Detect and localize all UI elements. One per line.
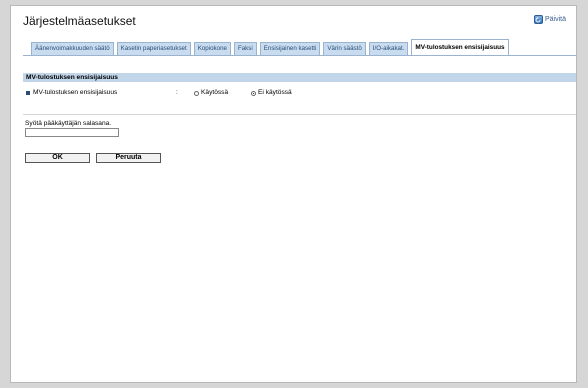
tab-copier[interactable]: Kopiokone [193, 42, 231, 56]
page-title: Järjestelmäasetukset [23, 14, 136, 28]
password-input[interactable] [25, 128, 119, 137]
settings-panel: Järjestelmäasetukset Päivitä Äänenvoimak… [10, 5, 577, 383]
refresh-button[interactable]: Päivitä [533, 15, 566, 24]
password-label: Syötä pääkäyttäjän salasana. [25, 120, 112, 127]
radio-disabled-option[interactable]: Ei käytössä [251, 88, 292, 98]
tab-divider [23, 55, 576, 56]
tab-color-saving[interactable]: Värin säästö [323, 42, 366, 56]
tab-io-timeout[interactable]: I/O-aikakat. [368, 42, 409, 56]
tab-fax[interactable]: Faksi [233, 42, 257, 56]
bullet-icon [26, 91, 30, 95]
cancel-button[interactable]: Peruuta [96, 153, 161, 163]
label-colon: : [176, 89, 178, 96]
radio-enabled-label: Käytössä [201, 89, 229, 96]
section-divider [23, 114, 576, 115]
tab-bar: Äänenvoimakkuuden säätö Kasetin paperias… [31, 36, 509, 56]
tab-tray-paper[interactable]: Kasetin paperiasetukset [116, 42, 191, 56]
tab-priority-tray[interactable]: Ensisijainen kasetti [259, 42, 321, 56]
setting-row: MV-tulostuksen ensisijaisuus : Käytössä … [26, 88, 566, 98]
tab-volume[interactable]: Äänenvoimakkuuden säätö [31, 42, 114, 56]
radio-disabled-label: Ei käytössä [258, 89, 292, 96]
section-header: MV-tulostuksen ensisijaisuus [23, 73, 576, 82]
radio-enabled-option[interactable]: Käytössä [194, 88, 228, 98]
refresh-label: Päivitä [544, 16, 566, 23]
radio-disabled[interactable] [251, 90, 256, 96]
radio-enabled[interactable] [194, 90, 199, 96]
ok-button[interactable]: OK [25, 153, 90, 163]
setting-label: MV-tulostuksen ensisijaisuus [33, 89, 118, 96]
refresh-icon [533, 15, 543, 24]
tab-bw-print-priority[interactable]: MV-tulostuksen ensisijaisuus [411, 39, 509, 56]
